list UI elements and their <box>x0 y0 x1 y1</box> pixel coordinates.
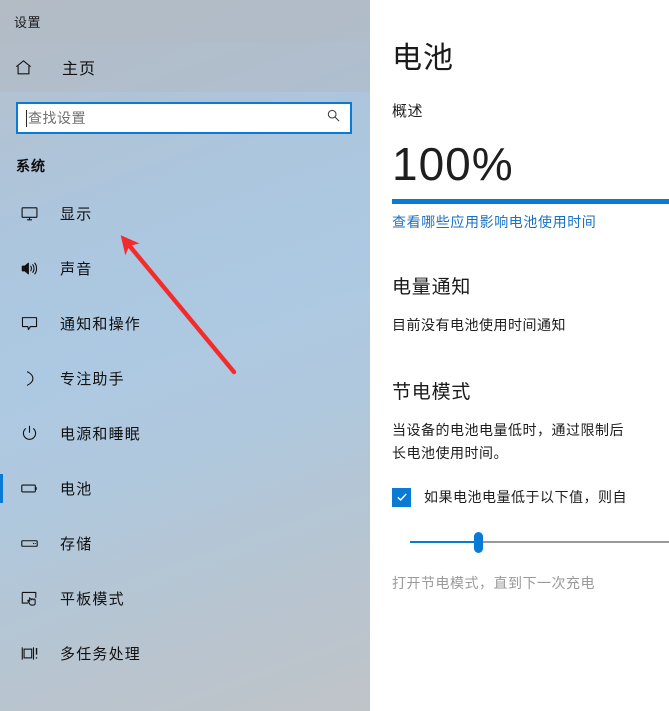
multitasking-icon <box>16 644 42 663</box>
notification-icon <box>16 314 42 333</box>
slider-fill <box>410 541 480 544</box>
sidebar-nav-list: 显示 声音 通知和操作 专注助手 电源和睡眠 电池 存储 平板模式 多任务处理 <box>0 186 370 681</box>
sidebar-item-battery[interactable]: 电池 <box>0 461 370 516</box>
sidebar-item-storage[interactable]: 存储 <box>0 516 370 571</box>
home-icon <box>14 58 42 77</box>
battery-saver-checkbox[interactable] <box>392 487 411 507</box>
search-container: 查找设置 <box>0 92 370 134</box>
monitor-icon <box>16 204 42 223</box>
battery-usage-link[interactable]: 查看哪些应用影响电池使用时间 <box>392 212 596 232</box>
moon-icon <box>16 369 42 388</box>
sidebar-item-home[interactable]: 主页 <box>0 42 370 92</box>
battery-level-bar <box>392 199 669 204</box>
sidebar-item-tablet-mode[interactable]: 平板模式 <box>0 571 370 626</box>
sidebar-item-multitasking[interactable]: 多任务处理 <box>0 626 370 681</box>
battery-saver-checkbox-label: 如果电池电量低于以下值，则自 <box>424 489 627 506</box>
tablet-mode-icon <box>16 589 42 608</box>
sidebar-item-focus-assist[interactable]: 专注助手 <box>0 351 370 406</box>
search-icon[interactable] <box>326 108 341 128</box>
battery-level-fill <box>392 199 669 204</box>
battery-saver-checkbox-row[interactable]: 如果电池电量低于以下值，则自 <box>392 487 669 507</box>
sidebar-item-label: 显示 <box>60 206 93 223</box>
selection-indicator <box>0 474 3 503</box>
sidebar-item-display[interactable]: 显示 <box>0 186 370 241</box>
battery-saver-description-line1: 当设备的电池电量低时，通过限制后 <box>392 421 624 438</box>
slider-thumb[interactable] <box>474 532 483 554</box>
sidebar-section-label: 系统 <box>16 158 46 174</box>
sidebar-item-label: 电源和睡眠 <box>60 426 142 443</box>
notifications-heading: 电量通知 <box>392 277 472 298</box>
battery-saver-slider[interactable] <box>410 525 669 559</box>
content-pane: 电池 概述 100% 查看哪些应用影响电池使用时间 电量通知 目前没有电池使用时… <box>370 0 669 711</box>
settings-window: 设置 主页 查找设置 系统 显示 声音 通知和操作 专注助手 电源和睡眠 电池 … <box>0 0 669 711</box>
sidebar-item-power-sleep[interactable]: 电源和睡眠 <box>0 406 370 461</box>
battery-saver-description-line2: 长电池使用时间。 <box>392 445 508 462</box>
sidebar-item-label: 专注助手 <box>60 371 125 388</box>
window-title: 设置 <box>14 14 42 30</box>
sidebar-item-label: 多任务处理 <box>60 646 142 663</box>
notifications-body: 目前没有电池使用时间通知 <box>392 317 566 333</box>
text-caret <box>26 109 27 127</box>
sidebar-item-label: 存储 <box>60 536 93 553</box>
battery-icon <box>16 479 42 498</box>
battery-percent: 100% <box>392 138 514 190</box>
speaker-icon <box>16 259 42 278</box>
battery-saver-footer-note: 打开节电模式，直到下一次充电 <box>392 575 595 592</box>
page-title: 电池 <box>392 42 454 75</box>
sidebar: 设置 主页 查找设置 系统 显示 声音 通知和操作 专注助手 电源和睡眠 电池 … <box>0 0 370 711</box>
sidebar-item-label: 通知和操作 <box>60 316 142 333</box>
sidebar-item-notifications[interactable]: 通知和操作 <box>0 296 370 351</box>
search-placeholder: 查找设置 <box>28 110 86 126</box>
search-input[interactable]: 查找设置 <box>16 102 352 134</box>
sidebar-item-label: 平板模式 <box>60 591 125 608</box>
home-label: 主页 <box>62 61 97 78</box>
storage-icon <box>16 534 42 553</box>
sidebar-item-label: 电池 <box>60 481 93 498</box>
sidebar-item-sound[interactable]: 声音 <box>0 241 370 296</box>
power-icon <box>16 424 42 443</box>
overview-label: 概述 <box>392 103 424 120</box>
sidebar-item-label: 声音 <box>60 261 93 278</box>
battery-saver-heading: 节电模式 <box>392 381 472 403</box>
title-bar: 设置 <box>0 0 370 42</box>
